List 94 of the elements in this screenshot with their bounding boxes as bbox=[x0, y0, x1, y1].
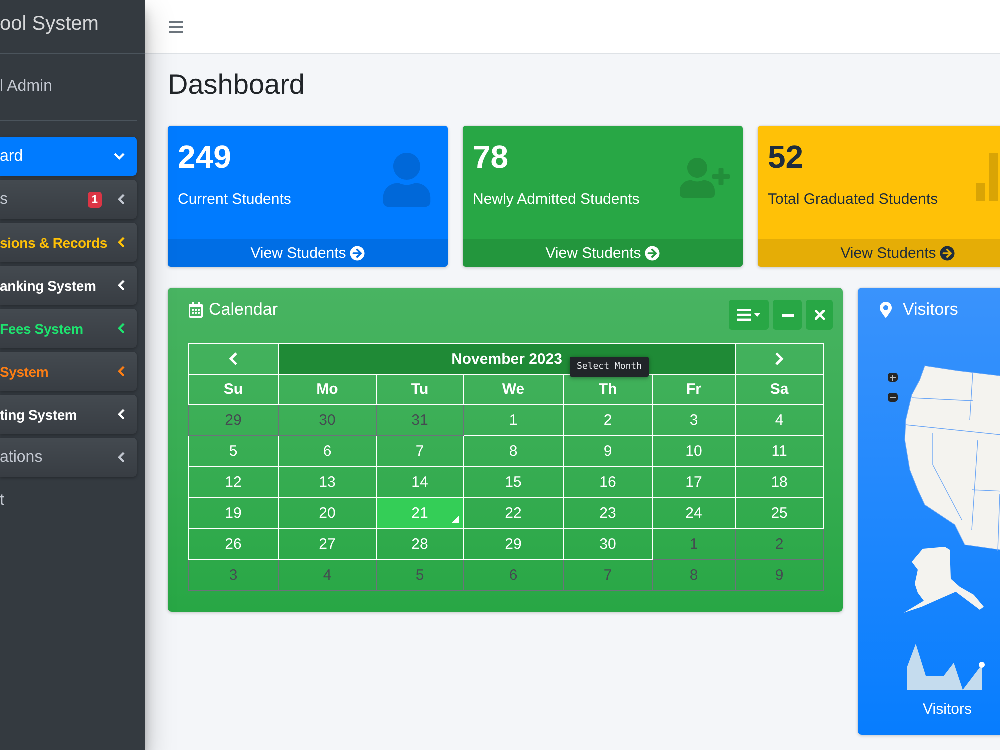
day-cell[interactable]: 30 bbox=[278, 404, 376, 436]
brand-name: ool System bbox=[0, 12, 99, 36]
view-students-link[interactable]: View Students bbox=[758, 239, 1000, 267]
chevron-left-icon bbox=[229, 352, 238, 366]
stat-label: Current Students bbox=[178, 190, 292, 210]
weekday-header: Fr bbox=[652, 374, 736, 404]
day-cell[interactable]: 4 bbox=[736, 404, 824, 436]
day-cell[interactable]: 6 bbox=[278, 436, 376, 466]
view-students-link[interactable]: View Students bbox=[463, 239, 743, 267]
stat-value: 52 bbox=[768, 138, 804, 176]
sparkline-label: Visitors bbox=[923, 700, 972, 720]
day-cell[interactable]: 5 bbox=[188, 436, 278, 466]
day-cell[interactable]: 28 bbox=[376, 528, 464, 560]
day-cell[interactable]: 2 bbox=[564, 404, 652, 436]
day-cell[interactable]: 3 bbox=[652, 404, 736, 436]
nav-item[interactable]: sions & Records bbox=[0, 223, 137, 262]
card-title: Calendar bbox=[209, 300, 278, 320]
user-name[interactable]: l Admin bbox=[0, 77, 52, 97]
day-cell[interactable]: 2 bbox=[736, 528, 824, 560]
day-cell[interactable]: 18 bbox=[736, 466, 824, 498]
day-cell[interactable]: 24 bbox=[652, 498, 736, 528]
day-cell[interactable]: 29 bbox=[188, 404, 278, 436]
weekday-header: Sa bbox=[736, 374, 824, 404]
minus-icon bbox=[782, 314, 794, 316]
calendar-icon bbox=[188, 302, 204, 318]
plus-icon bbox=[890, 374, 896, 380]
map-pin-icon bbox=[878, 302, 894, 318]
weekday-header: Tu bbox=[376, 374, 464, 404]
stat-value: 249 bbox=[178, 138, 232, 176]
day-cell[interactable]: 31 bbox=[376, 404, 464, 436]
day-cell[interactable]: 17 bbox=[652, 466, 736, 498]
day-cell[interactable]: 7 bbox=[564, 560, 652, 590]
view-students-link[interactable]: View Students bbox=[168, 239, 448, 267]
zoom-out-button[interactable] bbox=[888, 393, 898, 402]
nav-item[interactable]: s 1 bbox=[0, 180, 137, 219]
prev-month-button[interactable] bbox=[188, 344, 278, 374]
stat-label: Newly Admitted Students bbox=[473, 190, 640, 210]
day-cell[interactable]: 7 bbox=[376, 436, 464, 466]
day-cell[interactable]: 6 bbox=[464, 560, 564, 590]
day-cell[interactable]: 9 bbox=[564, 436, 652, 466]
day-cell[interactable]: 27 bbox=[278, 528, 376, 560]
nav-item[interactable]: Fees System bbox=[0, 309, 137, 348]
nav-item[interactable]: ations bbox=[0, 438, 137, 477]
nav-item[interactable]: anking System bbox=[0, 266, 137, 305]
stat-label: Total Graduated Students bbox=[768, 190, 938, 210]
notification-badge: 1 bbox=[88, 192, 102, 208]
nav-item[interactable]: ting System bbox=[0, 395, 137, 434]
stat-value: 78 bbox=[473, 138, 509, 176]
day-cell[interactable]: 15 bbox=[464, 466, 564, 498]
page-title: Dashboard bbox=[168, 68, 305, 102]
tooltip: Select Month bbox=[570, 357, 650, 377]
day-cell[interactable]: 25 bbox=[736, 498, 824, 528]
day-cell[interactable]: 16 bbox=[564, 466, 652, 498]
day-cell[interactable]: 19 bbox=[188, 498, 278, 528]
day-cell[interactable]: 5 bbox=[376, 560, 464, 590]
day-cell[interactable]: 22 bbox=[464, 498, 564, 528]
card-title: Visitors bbox=[903, 300, 958, 320]
day-cell[interactable]: 12 bbox=[188, 466, 278, 498]
day-cell[interactable]: 8 bbox=[652, 560, 736, 590]
day-cell[interactable]: 11 bbox=[736, 436, 824, 466]
day-cell[interactable]: 21 bbox=[376, 498, 464, 528]
close-icon bbox=[814, 310, 824, 320]
corner-triangle-icon bbox=[452, 516, 459, 523]
day-cell[interactable]: 8 bbox=[464, 436, 564, 466]
day-cell[interactable]: 30 bbox=[564, 528, 652, 560]
arrow-circle-right-icon bbox=[645, 246, 660, 260]
day-cell[interactable]: 23 bbox=[564, 498, 652, 528]
nav-item[interactable]: ard bbox=[0, 137, 137, 176]
nav-item[interactable]: System bbox=[0, 352, 137, 391]
day-cell[interactable]: 29 bbox=[464, 528, 564, 560]
day-cell[interactable]: 4 bbox=[278, 560, 376, 590]
close-button[interactable] bbox=[806, 300, 833, 330]
next-month-button[interactable] bbox=[736, 344, 824, 374]
caret-down-icon bbox=[754, 313, 761, 317]
chevron-right-icon bbox=[775, 352, 784, 366]
minimize-button[interactable] bbox=[773, 300, 802, 330]
day-cell[interactable]: 1 bbox=[464, 404, 564, 436]
zoom-in-button[interactable] bbox=[888, 373, 898, 382]
arrow-circle-right-icon bbox=[940, 246, 956, 260]
menu-dropdown-button[interactable] bbox=[729, 300, 769, 330]
day-cell[interactable]: 3 bbox=[188, 560, 278, 590]
day-cell[interactable]: 1 bbox=[652, 528, 736, 560]
arrow-circle-right-icon bbox=[350, 246, 366, 260]
day-cell[interactable]: 10 bbox=[652, 436, 736, 466]
menu-icon bbox=[737, 309, 751, 321]
day-cell[interactable]: 13 bbox=[278, 466, 376, 498]
weekday-header: Mo bbox=[278, 374, 376, 404]
nav-item[interactable]: t bbox=[0, 481, 137, 520]
day-cell[interactable]: 26 bbox=[188, 528, 278, 560]
weekday-header: We bbox=[464, 374, 564, 404]
day-cell[interactable]: 9 bbox=[736, 560, 824, 590]
weekday-header: Su bbox=[188, 374, 278, 404]
minus-icon bbox=[890, 397, 896, 398]
menu-icon[interactable] bbox=[169, 20, 183, 32]
